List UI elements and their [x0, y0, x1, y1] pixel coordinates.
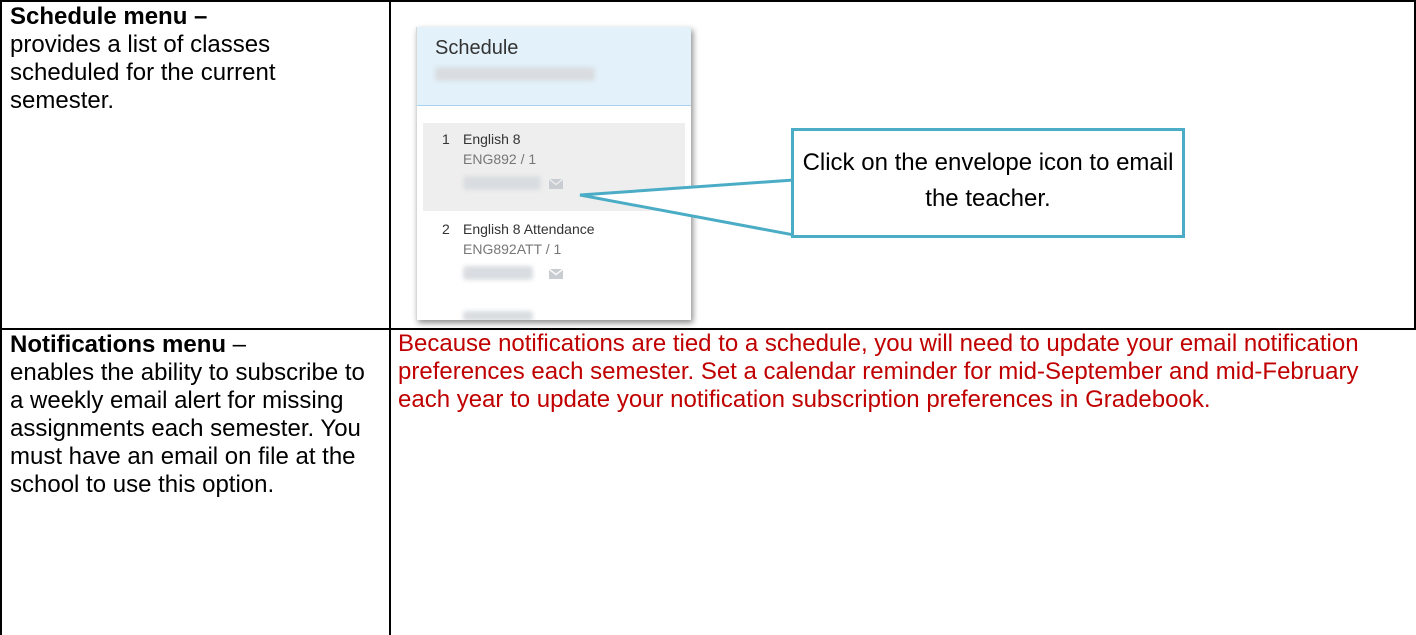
notifications-menu-description: enables the ability to subscribe to a we… [10, 359, 365, 498]
schedule-panel-title: Schedule [435, 37, 519, 59]
schedule-menu-heading: Schedule menu – [10, 3, 208, 30]
callout-text: Click on the envelope icon to email the … [802, 149, 1174, 212]
table-column-divider [389, 0, 391, 635]
callout-box: Click on the envelope icon to email the … [791, 128, 1185, 238]
table-left-border [0, 0, 2, 635]
callout-pointer [579, 178, 796, 237]
blurred-teacher-name [463, 266, 533, 280]
course-name: English 8 [463, 131, 521, 147]
envelope-icon[interactable] [549, 269, 563, 279]
schedule-panel-header: Schedule [417, 27, 691, 106]
course-number: 1 [442, 131, 450, 147]
blurred-student-name [435, 67, 595, 81]
table-top-border [0, 0, 1416, 2]
notifications-menu-cell: Notifications menu – enables the ability… [10, 331, 380, 499]
notifications-note: Because notifications are tied to a sche… [398, 330, 1359, 413]
blurred-teacher-name [463, 176, 541, 190]
schedule-panel-screenshot: Schedule 1 English 8 ENG892 / 1 2 Englis… [416, 27, 691, 320]
course-code: ENG892 / 1 [463, 151, 537, 167]
notifications-menu-dash: – [226, 331, 247, 358]
course-code: ENG892ATT / 1 [463, 241, 562, 257]
document-table: Schedule menu – provides a list of class… [0, 0, 1416, 635]
next-course-partial [463, 311, 533, 320]
schedule-menu-description: provides a list of classes scheduled for… [10, 31, 276, 114]
notifications-menu-heading: Notifications menu [10, 331, 227, 358]
callout-pointer-mask [794, 175, 800, 231]
schedule-menu-cell: Schedule menu – provides a list of class… [10, 3, 380, 115]
course-number: 2 [442, 221, 450, 237]
envelope-icon[interactable] [549, 179, 563, 189]
